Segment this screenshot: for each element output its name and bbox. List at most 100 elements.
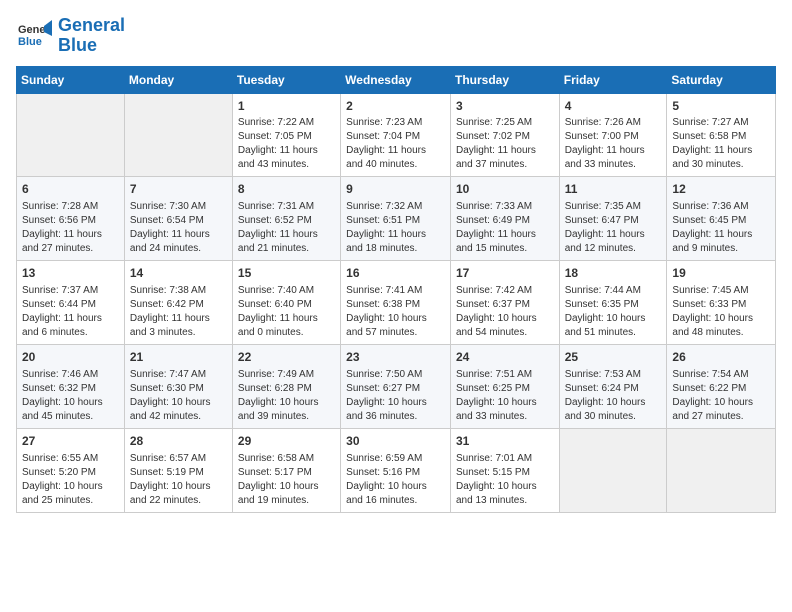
cell-content: Sunrise: 7:28 AM Sunset: 6:56 PM Dayligh… [22, 200, 119, 256]
day-number: 12 [672, 181, 770, 198]
cell-content: Sunrise: 7:40 AM Sunset: 6:40 PM Dayligh… [238, 284, 335, 340]
logo-general-text: General [58, 16, 125, 36]
cell-content: Sunrise: 7:27 AM Sunset: 6:58 PM Dayligh… [672, 116, 770, 172]
calendar-cell: 18Sunrise: 7:44 AM Sunset: 6:35 PM Dayli… [559, 261, 667, 345]
calendar-cell: 9 Sunrise: 7:32 AM Sunset: 6:51 PM Daylig… [341, 177, 451, 261]
day-header-sunday: Sunday [17, 66, 125, 93]
day-number: 5 [672, 98, 770, 115]
cell-content: Sunrise: 7:42 AM Sunset: 6:37 PM Dayligh… [456, 284, 554, 340]
cell-content: Sunrise: 7:50 AM Sunset: 6:27 PM Dayligh… [346, 368, 445, 424]
calendar-cell: 4Sunrise: 7:26 AM Sunset: 7:00 PM Daylig… [559, 93, 667, 177]
day-header-tuesday: Tuesday [232, 66, 340, 93]
calendar-cell: 5Sunrise: 7:27 AM Sunset: 6:58 PM Daylig… [667, 93, 776, 177]
day-number: 26 [672, 349, 770, 366]
cell-content: Sunrise: 7:25 AM Sunset: 7:02 PM Dayligh… [456, 116, 554, 172]
cell-content: Sunrise: 6:58 AM Sunset: 5:17 PM Dayligh… [238, 452, 335, 508]
day-number: 13 [22, 265, 119, 282]
calendar-cell [124, 93, 232, 177]
cell-content: Sunrise: 7:26 AM Sunset: 7:00 PM Dayligh… [565, 116, 662, 172]
cell-content: Sunrise: 7:37 AM Sunset: 6:44 PM Dayligh… [22, 284, 119, 340]
day-number: 27 [22, 433, 119, 450]
calendar-cell: 15 Sunrise: 7:40 AM Sunset: 6:40 PM Dayli… [232, 261, 340, 345]
day-number: 25 [565, 349, 662, 366]
week-row-5: 27 Sunrise: 6:55 AM Sunset: 5:20 PM Dayli… [17, 428, 776, 512]
svg-text:Blue: Blue [18, 36, 42, 48]
day-number: 6 [22, 181, 119, 198]
calendar-cell: 6 Sunrise: 7:28 AM Sunset: 6:56 PM Daylig… [17, 177, 125, 261]
calendar-cell: 14 Sunrise: 7:38 AM Sunset: 6:42 PM Dayli… [124, 261, 232, 345]
day-header-saturday: Saturday [667, 66, 776, 93]
calendar-cell: 2Sunrise: 7:23 AM Sunset: 7:04 PM Daylig… [341, 93, 451, 177]
cell-content: Sunrise: 6:57 AM Sunset: 5:19 PM Dayligh… [130, 452, 227, 508]
cell-content: Sunrise: 6:59 AM Sunset: 5:16 PM Dayligh… [346, 452, 445, 508]
calendar-cell: 8 Sunrise: 7:31 AM Sunset: 6:52 PM Daylig… [232, 177, 340, 261]
calendar-cell: 3Sunrise: 7:25 AM Sunset: 7:02 PM Daylig… [450, 93, 559, 177]
day-number: 10 [456, 181, 554, 198]
week-row-2: 6 Sunrise: 7:28 AM Sunset: 6:56 PM Daylig… [17, 177, 776, 261]
cell-content: Sunrise: 7:33 AM Sunset: 6:49 PM Dayligh… [456, 200, 554, 256]
day-number: 9 [346, 181, 445, 198]
calendar-cell: 27 Sunrise: 6:55 AM Sunset: 5:20 PM Dayli… [17, 428, 125, 512]
week-row-4: 20Sunrise: 7:46 AM Sunset: 6:32 PM Dayli… [17, 344, 776, 428]
calendar-cell: 16 Sunrise: 7:41 AM Sunset: 6:38 PM Dayli… [341, 261, 451, 345]
day-number: 20 [22, 349, 119, 366]
cell-content: Sunrise: 7:22 AM Sunset: 7:05 PM Dayligh… [238, 116, 335, 172]
cell-content: Sunrise: 7:32 AM Sunset: 6:51 PM Dayligh… [346, 200, 445, 256]
calendar-cell: 17 Sunrise: 7:42 AM Sunset: 6:37 PM Dayli… [450, 261, 559, 345]
day-number: 1 [238, 98, 335, 115]
cell-content: Sunrise: 7:38 AM Sunset: 6:42 PM Dayligh… [130, 284, 227, 340]
calendar-cell: 31Sunrise: 7:01 AM Sunset: 5:15 PM Dayli… [450, 428, 559, 512]
calendar-cell: 25Sunrise: 7:53 AM Sunset: 6:24 PM Dayli… [559, 344, 667, 428]
calendar-cell: 19 Sunrise: 7:45 AM Sunset: 6:33 PM Dayli… [667, 261, 776, 345]
day-number: 8 [238, 181, 335, 198]
calendar-cell [17, 93, 125, 177]
cell-content: Sunrise: 7:44 AM Sunset: 6:35 PM Dayligh… [565, 284, 662, 340]
cell-content: Sunrise: 7:45 AM Sunset: 6:33 PM Dayligh… [672, 284, 770, 340]
day-number: 11 [565, 181, 662, 198]
calendar-cell: 24Sunrise: 7:51 AM Sunset: 6:25 PM Dayli… [450, 344, 559, 428]
calendar-cell: 22Sunrise: 7:49 AM Sunset: 6:28 PM Dayli… [232, 344, 340, 428]
day-number: 4 [565, 98, 662, 115]
week-row-1: 1Sunrise: 7:22 AM Sunset: 7:05 PM Daylig… [17, 93, 776, 177]
day-header-monday: Monday [124, 66, 232, 93]
day-number: 3 [456, 98, 554, 115]
day-number: 15 [238, 265, 335, 282]
calendar-cell: 1Sunrise: 7:22 AM Sunset: 7:05 PM Daylig… [232, 93, 340, 177]
cell-content: Sunrise: 7:49 AM Sunset: 6:28 PM Dayligh… [238, 368, 335, 424]
logo: General Blue General Blue [16, 16, 125, 56]
calendar-cell: 10 Sunrise: 7:33 AM Sunset: 6:49 PM Dayli… [450, 177, 559, 261]
week-row-3: 13 Sunrise: 7:37 AM Sunset: 6:44 PM Dayli… [17, 261, 776, 345]
cell-content: Sunrise: 7:35 AM Sunset: 6:47 PM Dayligh… [565, 200, 662, 256]
logo-blue-text: Blue [58, 36, 125, 56]
day-number: 30 [346, 433, 445, 450]
calendar-table: SundayMondayTuesdayWednesdayThursdayFrid… [16, 66, 776, 513]
day-number: 17 [456, 265, 554, 282]
cell-content: Sunrise: 7:30 AM Sunset: 6:54 PM Dayligh… [130, 200, 227, 256]
cell-content: Sunrise: 6:55 AM Sunset: 5:20 PM Dayligh… [22, 452, 119, 508]
logo-icon: General Blue [16, 18, 52, 54]
day-header-wednesday: Wednesday [341, 66, 451, 93]
day-number: 16 [346, 265, 445, 282]
day-number: 23 [346, 349, 445, 366]
day-number: 14 [130, 265, 227, 282]
day-number: 2 [346, 98, 445, 115]
day-number: 28 [130, 433, 227, 450]
calendar-cell: 7Sunrise: 7:30 AM Sunset: 6:54 PM Daylig… [124, 177, 232, 261]
cell-content: Sunrise: 7:41 AM Sunset: 6:38 PM Dayligh… [346, 284, 445, 340]
calendar-cell: 23 Sunrise: 7:50 AM Sunset: 6:27 PM Dayli… [341, 344, 451, 428]
day-number: 19 [672, 265, 770, 282]
cell-content: Sunrise: 7:31 AM Sunset: 6:52 PM Dayligh… [238, 200, 335, 256]
day-header-row: SundayMondayTuesdayWednesdayThursdayFrid… [17, 66, 776, 93]
calendar-cell: 28 Sunrise: 6:57 AM Sunset: 5:19 PM Dayli… [124, 428, 232, 512]
cell-content: Sunrise: 7:36 AM Sunset: 6:45 PM Dayligh… [672, 200, 770, 256]
calendar-cell: 30 Sunrise: 6:59 AM Sunset: 5:16 PM Dayli… [341, 428, 451, 512]
day-number: 21 [130, 349, 227, 366]
cell-content: Sunrise: 7:01 AM Sunset: 5:15 PM Dayligh… [456, 452, 554, 508]
day-number: 29 [238, 433, 335, 450]
cell-content: Sunrise: 7:23 AM Sunset: 7:04 PM Dayligh… [346, 116, 445, 172]
calendar-cell [667, 428, 776, 512]
page-header: General Blue General Blue [16, 16, 776, 56]
calendar-cell: 29 Sunrise: 6:58 AM Sunset: 5:17 PM Dayli… [232, 428, 340, 512]
cell-content: Sunrise: 7:54 AM Sunset: 6:22 PM Dayligh… [672, 368, 770, 424]
cell-content: Sunrise: 7:51 AM Sunset: 6:25 PM Dayligh… [456, 368, 554, 424]
